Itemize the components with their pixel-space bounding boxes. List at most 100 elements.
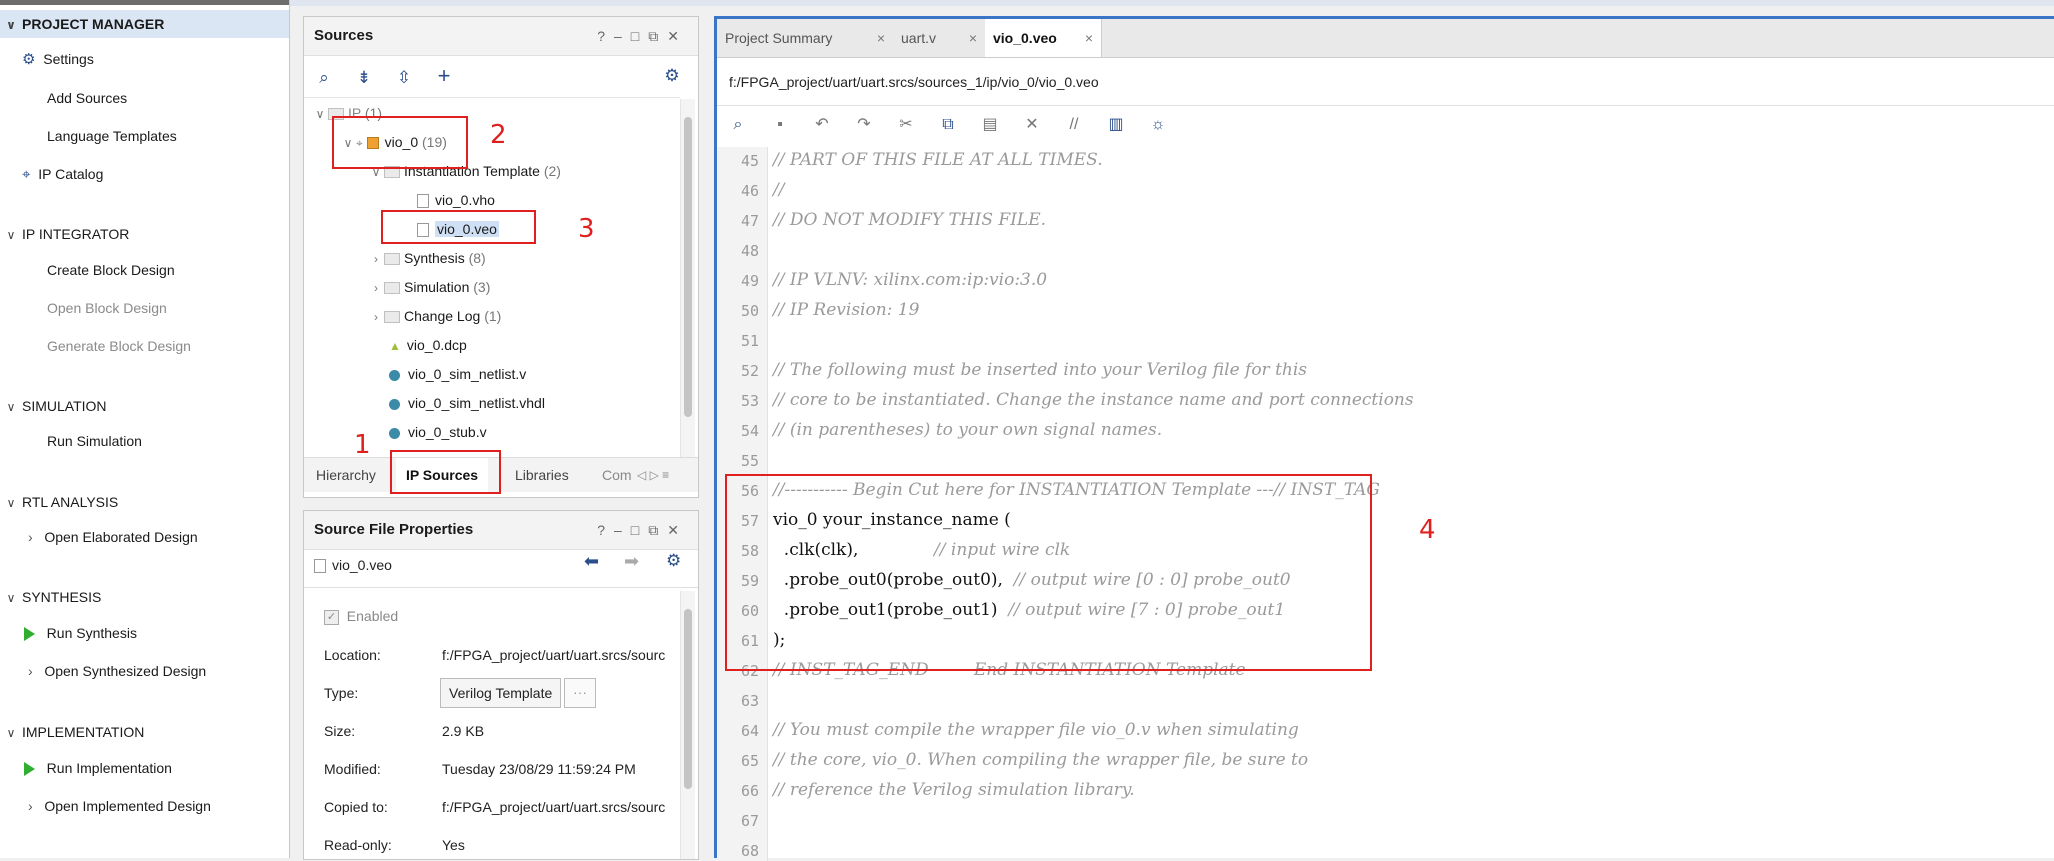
line-number: 54 [740,422,759,440]
gear-icon[interactable]: ⚙ [652,59,692,93]
forward-arrow-icon[interactable]: ➡ [624,551,639,572]
nav-run-simulation[interactable]: Run Simulation [47,427,142,455]
search-icon[interactable]: ⌕ [717,108,759,142]
copy-icon[interactable]: ⧉ [927,108,969,142]
undo-icon[interactable]: ↶ [801,108,843,142]
column-select-icon[interactable]: ▥ [1095,108,1137,142]
delete-icon[interactable]: ✕ [1011,108,1053,142]
gear-icon[interactable]: ⚙ [666,551,681,571]
paste-icon[interactable]: ▤ [969,108,1011,142]
chevron-down-icon: ∨ [6,726,16,740]
chevron-down-icon: ∨ [6,591,16,605]
nav-open-elaborated-design[interactable]: › Open Elaborated Design [28,523,198,551]
collapse-all-icon[interactable]: ⇟ [344,61,384,95]
nav-add-sources[interactable]: Add Sources [47,84,127,112]
expand-all-icon[interactable]: ⇳ [384,61,424,95]
nav-settings[interactable]: ⚙ Settings [22,45,94,73]
back-arrow-icon[interactable]: ⬅ [584,551,599,572]
folder-icon [384,253,400,266]
tab-hierarchy[interactable]: Hierarchy [316,458,376,492]
chevron-right-icon: › [28,663,33,679]
tree-vio-0-stub-v[interactable]: vio_0_stub.v [389,419,487,445]
nav-open-block-design[interactable]: Open Block Design [47,294,167,322]
close-icon[interactable]: × [969,19,977,57]
code-line: // (in parentheses) to your own signal n… [773,420,1162,440]
code-comment: // the core, vio_0. When compiling the w… [773,750,1309,770]
code-comment: // [773,180,785,200]
tree-synthesis[interactable]: › Synthesis (8) [368,245,486,271]
type-button[interactable]: Verilog Template [440,678,562,708]
tab-scroll-arrows[interactable]: ◁ ▷ ≡ [637,458,669,492]
add-icon[interactable]: + [424,59,464,93]
folder-icon [384,282,400,295]
tab-uart-v[interactable]: uart.v × [893,19,986,57]
tab-libraries[interactable]: Libraries [515,458,569,492]
play-icon [24,762,35,777]
close-icon[interactable]: × [877,19,885,57]
tree-vio-0-sim-netlist-vhdl[interactable]: vio_0_sim_netlist.vhdl [389,390,545,416]
code-line: // reference the Verilog simulation libr… [773,780,1135,800]
lightbulb-icon[interactable]: ☼ [1137,108,1179,142]
ip-catalog-icon: ⌖ [22,166,31,183]
checkbox-icon: ✓ [324,609,339,625]
section-implementation[interactable]: ∨ IMPLEMENTATION [0,718,145,746]
comment-icon[interactable]: // [1053,108,1095,142]
search-icon[interactable]: ⌕ [304,61,344,95]
editor-toolbar: ⌕ ▪ ↶ ↷ ✂ ⧉ ▤ ✕//▥ ☼ [717,108,1179,142]
section-synthesis[interactable]: ∨ SYNTHESIS [0,583,102,611]
code-comment: // IP VLNV: xilinx.com:ip:vio:3.0 [773,270,1048,290]
cut-icon[interactable]: ✂ [885,108,927,142]
nav-language-templates[interactable]: Language Templates [47,122,177,150]
redo-icon[interactable]: ↷ [843,108,885,142]
section-project-manager[interactable]: ∨ PROJECT MANAGER [0,10,289,38]
section-simulation[interactable]: ∨ SIMULATION [0,392,107,420]
properties-file: vio_0.veo [314,557,392,574]
nav-ip-catalog[interactable]: ⌖ IP Catalog [22,160,103,188]
line-number: 63 [740,692,759,710]
tab-project-summary[interactable]: Project Summary × [717,19,894,57]
tree-simulation[interactable]: › Simulation (3) [368,274,490,300]
type-more-button[interactable]: ··· [564,678,596,708]
tab-vio-0-veo[interactable]: vio_0.veo × [985,19,1102,57]
save-icon[interactable]: ▪ [759,108,801,142]
annotation-number-1: 1 [354,430,371,460]
tree-change-log[interactable]: › Change Log (1) [368,303,501,329]
sources-settings: ⚙ [652,59,692,93]
line-number: 66 [740,782,759,800]
nav-open-synthesized-design[interactable]: › Open Synthesized Design [28,657,206,685]
properties-divider [304,587,698,588]
code-comment: // DO NOT MODIFY THIS FILE. [773,210,1047,230]
panel-window-controls[interactable]: ?‒□⧉✕ [597,511,688,549]
line-number: 65 [740,752,759,770]
chevron-down-icon: ∨ [6,400,16,414]
section-ip-integrator[interactable]: ∨ IP INTEGRATOR [0,220,130,248]
nav-open-implemented-design[interactable]: › Open Implemented Design [28,792,211,820]
tree-vio-0-sim-netlist-v[interactable]: vio_0_sim_netlist.v [389,361,526,387]
nav-generate-block-design[interactable]: Generate Block Design [47,332,191,360]
line-number: 53 [740,392,759,410]
sources-scrollbar[interactable] [680,99,695,457]
panel-window-controls[interactable]: ?‒□⧉✕ [597,17,688,55]
file-path: f:/FPGA_project/uart/uart.srcs/sources_1… [729,74,1099,90]
enabled-checkbox[interactable]: ✓ Enabled [324,608,398,625]
scroll-thumb[interactable] [684,117,692,417]
nav-run-synthesis[interactable]: Run Synthesis [24,619,137,647]
scroll-thumb[interactable] [684,609,692,789]
code-comment: // reference the Verilog simulation libr… [773,780,1135,800]
chevron-down-icon: ∨ [6,228,16,242]
line-number: 45 [740,152,759,170]
path-divider [717,105,2054,106]
nav-run-implementation[interactable]: Run Implementation [24,754,172,782]
file-icon [417,194,429,209]
tab-compile-order[interactable]: Com [602,458,632,492]
tree-vio-0-dcp[interactable]: ▲ vio_0.dcp [389,332,467,358]
close-icon[interactable]: × [1085,19,1093,57]
properties-scrollbar[interactable] [680,591,695,859]
nav-create-block-design[interactable]: Create Block Design [47,256,175,284]
prop-location-value: f:/FPGA_project/uart/uart.srcs/sourc [442,647,666,663]
gear-icon: ⚙ [22,51,36,68]
chevron-right-icon: › [374,310,378,324]
section-rtl-analysis[interactable]: ∨ RTL ANALYSIS [0,488,119,516]
code-line: // IP Revision: 19 [773,300,919,320]
code-line: // DO NOT MODIFY THIS FILE. [773,210,1046,230]
